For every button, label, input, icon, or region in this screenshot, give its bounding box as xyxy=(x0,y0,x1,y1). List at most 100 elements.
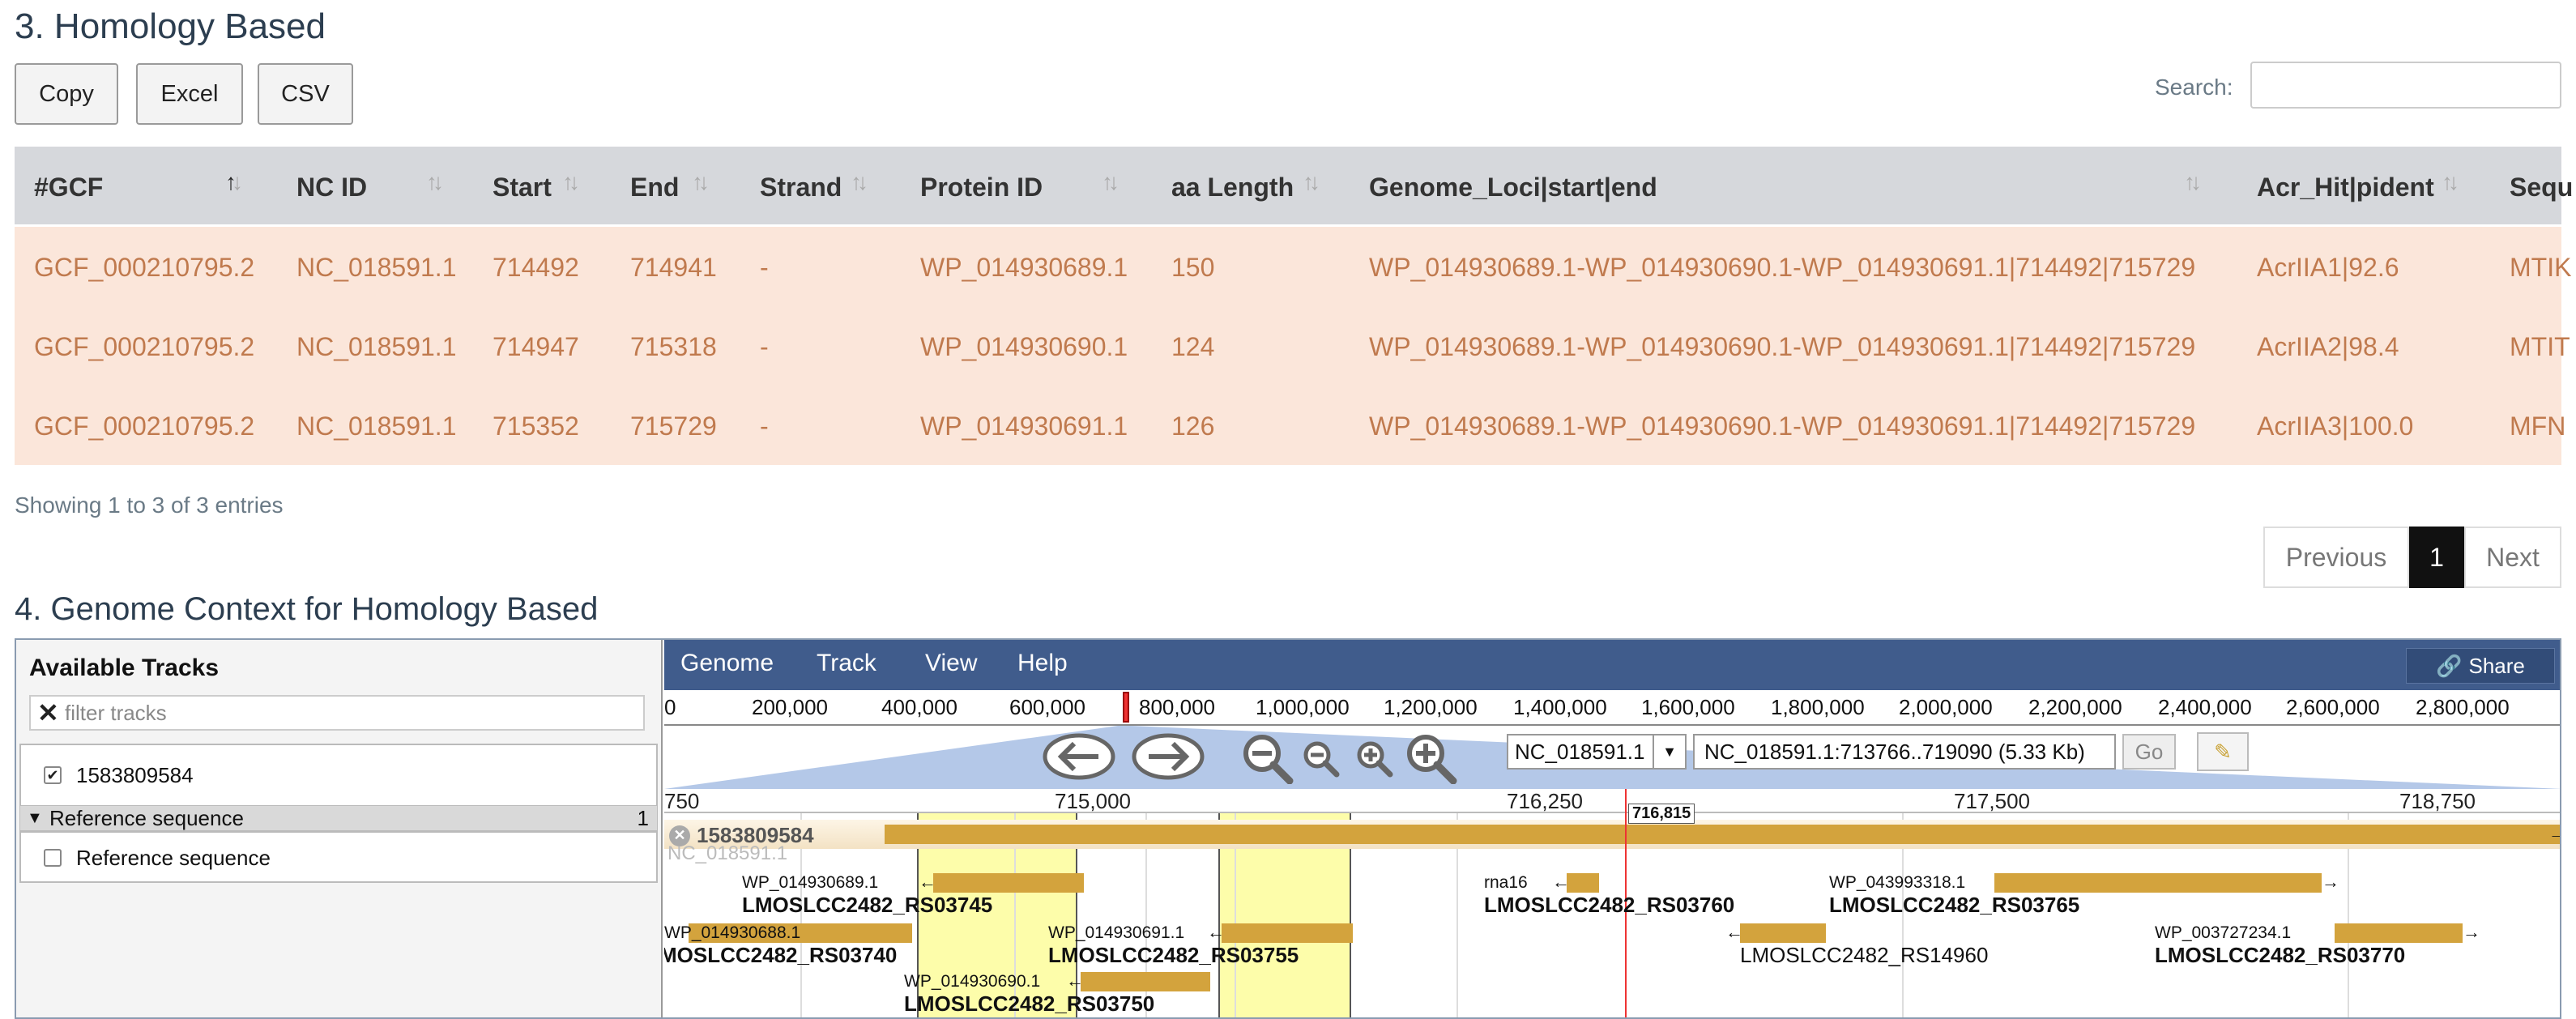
overview-tick: 0 xyxy=(664,695,676,719)
zoom-in-large-icon[interactable] xyxy=(1403,732,1460,784)
cell-aa-length: 124 xyxy=(1171,332,1215,361)
sort-arrows-icon[interactable]: ↑↓ xyxy=(1303,169,1320,195)
overview-tick: 800,000 xyxy=(1139,695,1215,719)
feature-protein-label: WP_014930688.1 xyxy=(664,923,801,942)
feature-bar[interactable] xyxy=(1740,923,1826,943)
feature-bar[interactable] xyxy=(1994,873,2322,893)
zoom-out-small-icon[interactable] xyxy=(1301,739,1343,779)
page-1-button[interactable]: 1 xyxy=(2409,527,2464,588)
cell-genome-loci: WP_014930689.1-WP_014930690.1-WP_0149306… xyxy=(1369,332,2196,361)
feature-protein-label: WP_014930690.1 xyxy=(904,972,1041,991)
cell-sequence: MFN xyxy=(2510,411,2566,441)
menu-help[interactable]: Help xyxy=(1017,650,1068,677)
clear-filter-icon[interactable]: ✕ xyxy=(37,697,59,729)
browser-menubar: Genome Track View Help 🔗 Share xyxy=(664,640,2560,690)
feature-locus-label: LMOSLCC2482_RS03745 xyxy=(742,893,993,917)
go-button[interactable]: Go xyxy=(2122,734,2176,770)
column-header-acr-hit[interactable]: Acr_Hit|pident xyxy=(2257,173,2434,203)
cell-acr-hit: AcrIIA3|100.0 xyxy=(2257,411,2414,441)
feature-protein-label: WP_003727234.1 xyxy=(2155,923,2292,942)
column-header-end[interactable]: End xyxy=(630,173,679,203)
sort-arrows-icon[interactable]: ↑↓ xyxy=(851,169,868,195)
sort-arrows-icon[interactable]: ↑↓ xyxy=(562,169,580,195)
feature-locus-label: LMOSLCC2482_RS14960 xyxy=(1740,943,1989,967)
next-page-button[interactable]: Next xyxy=(2464,527,2561,588)
overview-tick: 200,000 xyxy=(752,695,828,719)
sort-arrows-icon[interactable]: ↑↓ xyxy=(692,169,710,195)
copy-button[interactable]: Copy xyxy=(15,63,118,125)
scale-label: 717,500 xyxy=(1954,789,2030,813)
filter-tracks-input[interactable]: ✕ filter tracks xyxy=(29,695,645,731)
sort-arrows-icon[interactable]: ↑↓ xyxy=(225,169,243,195)
share-label: Share xyxy=(2468,653,2525,678)
reference-track-list: Reference sequence xyxy=(19,831,658,883)
sort-arrows-icon[interactable]: ↑↓ xyxy=(2184,169,2202,195)
sort-arrows-icon[interactable]: ↑↓ xyxy=(426,169,444,195)
arrow-right-icon: → xyxy=(2548,823,2560,844)
column-header-sequence[interactable]: Sequ xyxy=(2510,173,2573,203)
cell-aa-length: 126 xyxy=(1171,411,1215,441)
cell-end: 714941 xyxy=(630,253,717,282)
column-header-strand[interactable]: Strand xyxy=(760,173,842,203)
overview-tick: 2,800,000 xyxy=(2416,695,2510,719)
column-header-protein-id[interactable]: Protein ID xyxy=(920,173,1043,203)
feature-bar[interactable] xyxy=(1567,873,1599,893)
reference-sequence-category[interactable]: ▼ Reference sequence 1 xyxy=(19,805,658,831)
previous-page-button[interactable]: Previous xyxy=(2263,527,2409,588)
cell-genome-loci: WP_014930689.1-WP_014930690.1-WP_0149306… xyxy=(1369,253,2196,282)
cell-acr-hit: AcrIIA2|98.4 xyxy=(2257,332,2399,361)
refseq-select[interactable]: NC_018591.1 ▼ xyxy=(1507,734,1687,770)
zoom-in-small-icon[interactable] xyxy=(1354,739,1397,779)
feature-locus-label: LMOSLCC2482_RS03750 xyxy=(904,991,1155,1016)
cell-gcf: GCF_000210795.2 xyxy=(34,253,255,282)
menu-view[interactable]: View xyxy=(925,650,977,677)
search-input[interactable] xyxy=(2250,62,2561,109)
menu-genome[interactable]: Genome xyxy=(680,650,774,677)
feature-bar[interactable] xyxy=(885,825,2560,844)
category-label: Reference sequence xyxy=(49,806,244,830)
pan-right-icon[interactable] xyxy=(1131,732,1205,781)
collapse-triangle-icon[interactable]: ▼ xyxy=(27,806,43,830)
cell-nc-id: NC_018591.1 xyxy=(296,332,457,361)
feature-bar[interactable] xyxy=(1081,972,1210,991)
share-button[interactable]: 🔗 Share xyxy=(2406,648,2555,684)
csv-button[interactable]: CSV xyxy=(258,63,353,125)
feature-bar[interactable] xyxy=(1222,923,1353,943)
track-area[interactable]: 750 715,000 716,250 717,500 718,750 → ✕ … xyxy=(664,789,2560,1017)
menu-track[interactable]: Track xyxy=(817,650,876,677)
cell-genome-loci: WP_014930689.1-WP_014930690.1-WP_0149306… xyxy=(1369,411,2196,441)
track-checkbox[interactable]: ✔ xyxy=(44,766,62,784)
filter-placeholder: filter tracks xyxy=(65,701,167,725)
position-label: 716,815 xyxy=(1628,804,1695,824)
table-row: GCF_000210795.2 NC_018591.1 714947 71531… xyxy=(15,306,2570,386)
column-header-nc-id[interactable]: NC ID xyxy=(296,173,367,203)
column-header-gcf[interactable]: #GCF xyxy=(34,173,103,203)
chevron-down-icon[interactable]: ▼ xyxy=(1653,735,1685,768)
feature-protein-label: rna16 xyxy=(1484,873,1528,892)
table-row: GCF_000210795.2 NC_018591.1 714492 71494… xyxy=(15,227,2571,306)
sort-arrows-icon[interactable]: ↑↓ xyxy=(2442,169,2459,195)
refseq-value: NC_018591.1 xyxy=(1515,740,1645,764)
location-input[interactable]: NC_018591.1:713766..719090 (5.33 Kb) xyxy=(1693,734,2116,770)
reference-checkbox[interactable] xyxy=(44,849,62,867)
column-header-aa-length[interactable]: aa Length xyxy=(1171,173,1294,203)
zoom-out-large-icon[interactable] xyxy=(1239,732,1296,784)
pan-left-icon[interactable] xyxy=(1042,732,1116,781)
category-count: 1 xyxy=(637,806,649,830)
overview-ruler[interactable]: 0 200,000 400,000 600,000 800,000 1,000,… xyxy=(664,690,2560,726)
cell-gcf: GCF_000210795.2 xyxy=(34,411,255,441)
cell-start: 714492 xyxy=(493,253,579,282)
overview-position-marker[interactable] xyxy=(1123,692,1129,723)
feature-bar[interactable] xyxy=(933,873,1084,893)
cell-nc-id: NC_018591.1 xyxy=(296,253,457,282)
arrow-right-icon: → xyxy=(2322,872,2339,892)
sort-arrows-icon[interactable]: ↑↓ xyxy=(1102,169,1120,195)
track-faded-label: NC_018591.1 xyxy=(667,842,788,864)
excel-button[interactable]: Excel xyxy=(136,63,243,125)
column-header-start[interactable]: Start xyxy=(493,173,552,203)
cell-strand: - xyxy=(760,332,769,361)
feature-protein-label: WP_014930691.1 xyxy=(1048,923,1185,942)
highlight-icon[interactable]: ✎ xyxy=(2197,732,2249,771)
column-header-genome-loci[interactable]: Genome_Loci|start|end xyxy=(1369,173,1657,203)
feature-bar[interactable] xyxy=(2335,923,2463,943)
